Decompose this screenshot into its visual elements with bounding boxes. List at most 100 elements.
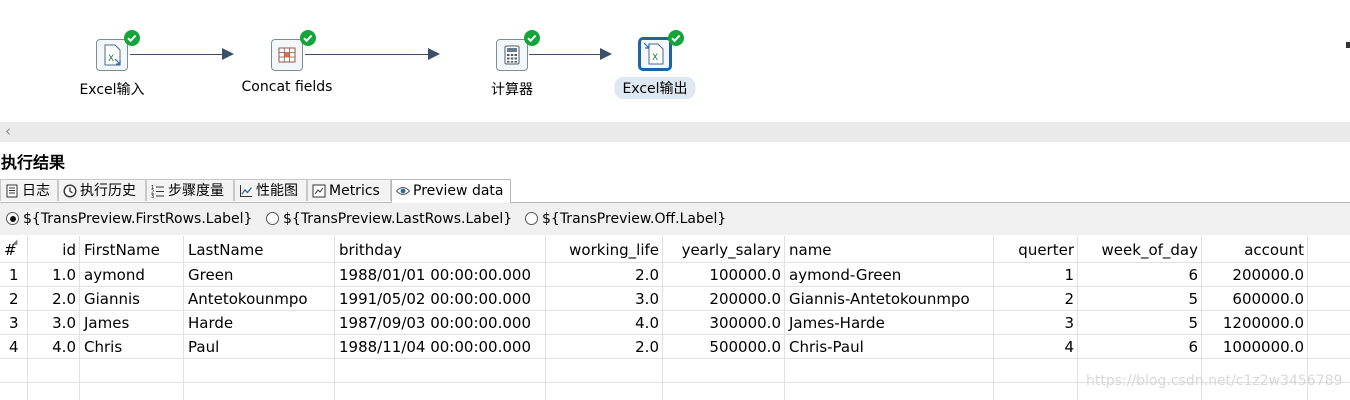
svg-text:3: 3 (151, 194, 154, 198)
row-divider (0, 262, 1350, 263)
hop-arrow-icon (428, 48, 440, 60)
log-icon (5, 184, 19, 198)
table-cell[interactable]: 2.0 (28, 288, 80, 310)
metrics-icon (312, 184, 326, 198)
column-header[interactable]: week_of_day (1078, 239, 1202, 261)
row-divider (0, 310, 1350, 311)
chevron-left-icon[interactable]: ‹ (5, 122, 11, 141)
table-cell[interactable]: 3.0 (546, 288, 663, 310)
table-cell[interactable]: 1200000.0 (1202, 312, 1308, 334)
table-cell[interactable]: 200000.0 (1202, 264, 1308, 286)
table-cell[interactable]: Antetokounmpo (184, 288, 335, 310)
hop-excel-input-to-concat[interactable] (130, 54, 225, 55)
radio-unselected-icon (525, 212, 538, 225)
column-header[interactable]: querter (994, 239, 1078, 261)
step-label: Concat fields (241, 79, 333, 95)
table-cell[interactable]: 500000.0 (663, 336, 785, 358)
radio-first-rows[interactable]: ${TransPreview.FirstRows.Label} (6, 210, 252, 228)
table-cell[interactable]: Giannis-Antetokounmpo (785, 288, 994, 310)
table-cell[interactable]: 2.0 (546, 336, 663, 358)
tab-label: Metrics (329, 183, 380, 199)
column-header[interactable]: brithday (335, 239, 546, 261)
table-cell[interactable]: Paul (184, 336, 335, 358)
table-cell[interactable]: 4.0 (546, 312, 663, 334)
table-cell[interactable]: 1991/05/02 00:00:00.000 (335, 288, 546, 310)
hop-arrow-icon (222, 48, 234, 60)
column-header[interactable]: # (4, 239, 28, 261)
table-cell[interactable]: Giannis (80, 288, 184, 310)
transformation-canvas[interactable]: X Excel输入 Concat fields 计算器 X Excel输出 (0, 0, 1350, 122)
table-cell[interactable]: 1988/11/04 00:00:00.000 (335, 336, 546, 358)
tab-performance-chart[interactable]: 性能图 (234, 179, 307, 201)
scroll-marker-icon (1346, 42, 1350, 48)
step-label: Excel输入 (79, 82, 145, 98)
history-icon (63, 184, 77, 198)
success-check-icon (668, 30, 684, 46)
column-header[interactable]: account (1202, 239, 1308, 261)
table-cell[interactable]: aymond-Green (785, 264, 994, 286)
table-cell[interactable]: 100000.0 (663, 264, 785, 286)
radio-selected-icon (6, 212, 19, 225)
table-cell[interactable]: Green (184, 264, 335, 286)
column-header[interactable]: LastName (184, 239, 335, 261)
tab-preview-data[interactable]: Preview data (391, 179, 511, 203)
step-concat-fields[interactable] (271, 39, 303, 71)
performance-chart-icon (239, 184, 253, 198)
table-cell[interactable]: 6 (1078, 336, 1202, 358)
table-cell[interactable]: 1988/01/01 00:00:00.000 (335, 264, 546, 286)
table-cell[interactable]: 200000.0 (663, 288, 785, 310)
tab-label: 步骤度量 (168, 183, 224, 199)
table-cell[interactable]: Chris (80, 336, 184, 358)
column-header[interactable]: yearly_salary (663, 239, 785, 261)
hop-concat-to-calculator[interactable] (305, 54, 430, 55)
radio-off[interactable]: ${TransPreview.Off.Label} (525, 210, 726, 228)
table-cell[interactable]: Chris-Paul (785, 336, 994, 358)
radio-last-rows[interactable]: ${TransPreview.LastRows.Label} (266, 210, 512, 228)
tab-history[interactable]: 执行历史 (58, 179, 146, 201)
table-cell[interactable]: aymond (80, 264, 184, 286)
table-cell[interactable]: James-Harde (785, 312, 994, 334)
table-cell[interactable]: 2 (994, 288, 1078, 310)
table-cell[interactable]: 1987/09/03 00:00:00.000 (335, 312, 546, 334)
table-cell[interactable]: 1000000.0 (1202, 336, 1308, 358)
hop-arrow-icon (600, 48, 612, 60)
table-cell[interactable]: 1 (994, 264, 1078, 286)
table-cell[interactable]: 3.0 (28, 312, 80, 334)
table-cell[interactable]: James (80, 312, 184, 334)
table-cell[interactable]: Harde (184, 312, 335, 334)
svg-text:X: X (108, 54, 114, 64)
step-excel-output[interactable]: X (638, 37, 672, 71)
eye-icon (396, 184, 410, 198)
row-number-cell: 1 (9, 266, 19, 284)
hop-calculator-to-excel-output[interactable] (529, 54, 604, 55)
radio-label: ${TransPreview.Off.Label} (542, 211, 727, 227)
table-cell[interactable]: 300000.0 (663, 312, 785, 334)
row-divider (0, 358, 1350, 359)
column-header[interactable]: FirstName (80, 239, 184, 261)
table-cell[interactable]: 2.0 (546, 264, 663, 286)
column-header[interactable]: working_life (546, 239, 663, 261)
column-header[interactable]: id (28, 239, 80, 261)
table-cell[interactable]: 5 (1078, 288, 1202, 310)
svg-text:X: X (652, 53, 658, 63)
table-cell[interactable]: 600000.0 (1202, 288, 1308, 310)
horizontal-scrollbar[interactable]: ‹ (0, 122, 1350, 142)
column-header[interactable]: name (785, 239, 994, 261)
radio-label: ${TransPreview.LastRows.Label} (283, 211, 513, 227)
table-cell[interactable]: 3 (994, 312, 1078, 334)
table-cell[interactable]: 6 (1078, 264, 1202, 286)
step-metrics-icon: 123 (151, 184, 165, 198)
table-cell[interactable]: 1.0 (28, 264, 80, 286)
preview-mode-options: ${TransPreview.FirstRows.Label} ${TransP… (0, 203, 1350, 235)
table-cell[interactable]: 4 (994, 336, 1078, 358)
tab-label: Preview data (413, 183, 504, 199)
table-cell[interactable]: 5 (1078, 312, 1202, 334)
tab-label: 执行历史 (80, 183, 136, 199)
tab-step-metrics[interactable]: 123 步骤度量 (146, 179, 234, 201)
success-check-icon (524, 30, 540, 46)
results-tab-bar: 日志 执行历史 123 步骤度量 性能图 Metrics Preview dat… (0, 178, 1350, 203)
tab-log[interactable]: 日志 (0, 179, 58, 201)
tab-metrics[interactable]: Metrics (307, 179, 391, 201)
table-cell[interactable]: 4.0 (28, 336, 80, 358)
row-number-cell: 2 (9, 290, 19, 308)
